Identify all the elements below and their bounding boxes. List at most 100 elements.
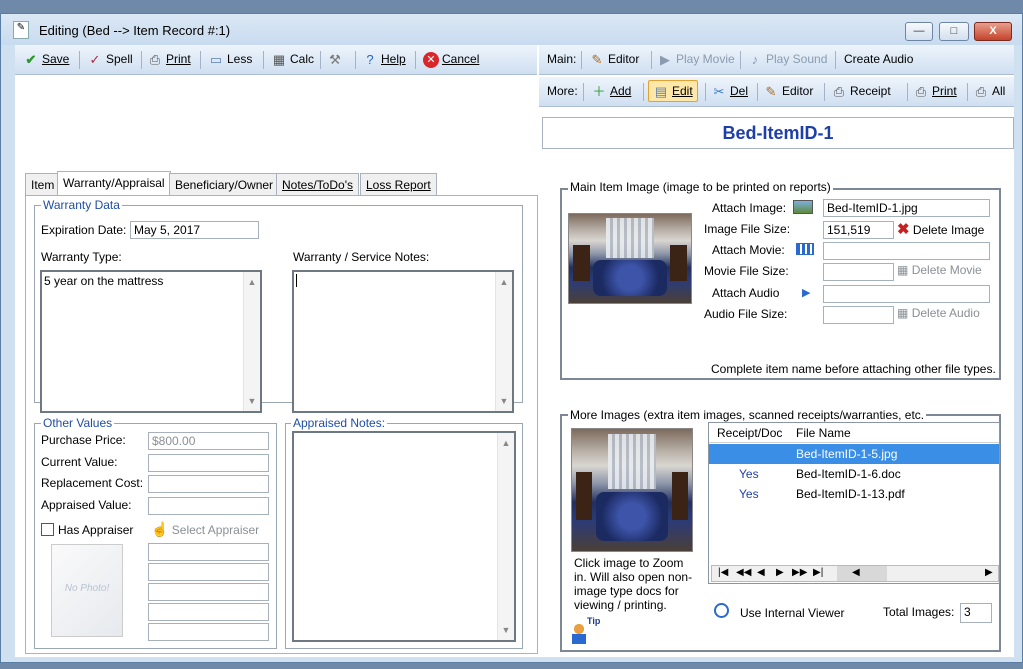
item-id-box: Bed-ItemID-1 [542,117,1014,149]
has-appraiser-checkbox[interactable] [41,523,54,536]
table-row[interactable]: Yes Bed-ItemID-1-6.doc [709,464,999,484]
del-button[interactable]: ✂ Del [711,77,748,105]
nav-next-icon[interactable]: ▶ [776,567,784,578]
nav-prev-icon[interactable]: ◀ [757,567,765,578]
scroll-down-arrow-icon[interactable]: ▼ [496,393,512,409]
main-item-image[interactable] [568,213,692,304]
current-value-field[interactable] [148,454,269,472]
attach-image-label: Attach Image: [712,201,787,215]
table-row[interactable]: Bed-ItemID-1-5.jpg [709,444,999,464]
save-button[interactable]: ✔ Save [23,45,70,73]
toolbar-separator [757,83,758,101]
tools-button[interactable]: ⚒ [327,45,346,73]
delete-movie-button[interactable]: ▦ Delete Movie [897,263,982,277]
scroll-up-arrow-icon[interactable]: ▲ [498,435,514,451]
appraiser-line-2[interactable] [148,563,269,581]
attach-audio-field[interactable] [823,285,990,303]
tab-beneficiary-owner[interactable]: Beneficiary/Owner [169,173,280,196]
play-sound-button[interactable]: ♪ Play Sound [747,45,828,73]
film-icon[interactable] [796,243,814,255]
tab-loss-report[interactable]: Loss Report [360,173,437,196]
tip-icon[interactable]: Tip [572,616,600,646]
main-editor-button[interactable]: ✎ Editor [589,45,640,73]
tab-warranty-appraisal[interactable]: Warranty/Appraisal [57,171,171,195]
cancel-icon: ✕ [423,51,439,68]
person-icon [572,624,586,644]
purchase-price-field[interactable]: $800.00 [148,432,269,450]
appraiser-line-5[interactable] [148,623,269,641]
appraised-notes-scrollbar[interactable]: ▲ ▼ [497,433,514,640]
close-button[interactable]: X [974,22,1012,41]
minimize-button[interactable]: — [905,22,933,41]
delete-icon: ✂ [713,83,725,99]
item-id-title: Bed-ItemID-1 [722,123,834,143]
appraised-value-field[interactable] [148,497,269,515]
select-appraiser-button[interactable]: ☝ Select Appraiser [151,521,259,538]
col-receipt-doc[interactable]: Receipt/Doc [717,426,782,440]
edit-button[interactable]: ▤ Edit [648,80,698,102]
warranty-notes-textarea[interactable]: ▲ ▼ [292,270,514,413]
add-button[interactable]: ＋ Add [591,77,631,105]
hscroll-track[interactable] [837,566,887,581]
spell-button[interactable]: ✓ Spell [87,45,133,73]
toolbar-separator [835,51,836,69]
nav-next-page-icon[interactable]: ▶▶ [792,567,807,578]
sound-icon: ♪ [751,51,759,67]
print-button[interactable]: ⎙ Print [147,45,191,73]
hand-pointer-icon: ☝ [151,521,169,537]
help-button[interactable]: ? Help [362,45,405,73]
calculator-icon: ▦ [272,51,286,67]
warranty-notes-scrollbar[interactable]: ▲ ▼ [495,272,512,411]
scroll-down-arrow-icon[interactable]: ▼ [244,393,260,409]
file-name-cell: Bed-ItemID-1-13.pdf [796,487,905,501]
total-images-label: Total Images: [883,605,955,619]
delete-image-button[interactable]: ✖ Delete Image [897,220,984,238]
hscroll-right-icon[interactable]: ▶ [985,567,993,578]
cancel-button[interactable]: ✕ Cancel [423,45,479,73]
more-editor-button[interactable]: ✎ Editor [763,77,814,105]
magnifier-icon[interactable] [714,603,729,618]
replacement-cost-field[interactable] [148,475,269,493]
scroll-up-arrow-icon[interactable]: ▲ [244,274,260,290]
tab-item[interactable]: Item [25,173,61,196]
file-grid[interactable]: Receipt/Doc File Name Bed-ItemID-1-5.jpg… [708,422,1000,584]
more-images-preview[interactable] [571,428,693,552]
attach-image-icon[interactable] [793,200,813,214]
appraiser-line-3[interactable] [148,583,269,601]
appraiser-line-1[interactable] [148,543,269,561]
hscroll-left-icon[interactable]: ◀ [852,567,860,578]
more-print-button[interactable]: ⎙ Print [913,77,957,105]
movie-file-size-label: Movie File Size: [704,264,789,278]
scroll-up-arrow-icon[interactable]: ▲ [496,274,512,290]
warranty-type-scrollbar[interactable]: ▲ ▼ [243,272,260,411]
purchase-price-label: Purchase Price: [41,433,126,447]
all-button[interactable]: ⎙ All [973,77,1006,105]
editor-icon: ✎ [765,83,777,99]
table-row[interactable]: Yes Bed-ItemID-1-13.pdf [709,484,999,504]
audio-arrow-icon[interactable]: ▶ [802,286,810,299]
nav-last-icon[interactable]: ▶| [813,567,823,578]
less-button[interactable]: ▭ Less [208,45,253,73]
nav-first-icon[interactable]: |◀ [718,567,728,578]
maximize-button[interactable]: □ [939,22,969,41]
col-file-name[interactable]: File Name [796,426,851,440]
receipt-button[interactable]: ⎙ Receipt [831,77,891,105]
toolbar-separator [705,83,706,101]
other-values-label: Other Values [41,416,115,430]
main-toolbar-label: Main: [547,52,577,66]
tab-notes-todos[interactable]: Notes/ToDo's [276,173,359,196]
expiration-date-field[interactable]: May 5, 2017 [130,221,259,239]
delete-audio-button[interactable]: ▦ Delete Audio [897,306,980,320]
calc-button[interactable]: ▦ Calc [271,45,314,73]
create-audio-button[interactable]: Create Audio [844,45,913,73]
warranty-type-textarea[interactable]: 5 year on the mattress ▲ ▼ [40,270,262,413]
play-movie-button[interactable]: ▶ Play Movie [657,45,735,73]
appraised-notes-textarea[interactable]: ▲ ▼ [292,431,516,642]
nav-prev-page-icon[interactable]: ◀◀ [736,567,751,578]
appraiser-line-4[interactable] [148,603,269,621]
toolbar-separator [581,51,582,69]
attach-image-field[interactable]: Bed-ItemID-1.jpg [823,199,990,217]
scroll-down-arrow-icon[interactable]: ▼ [498,622,514,638]
grid-navigator[interactable]: |◀ ◀◀ ◀ ▶ ▶▶ ▶| ◀ ▶ [711,565,999,582]
attach-movie-field[interactable] [823,242,990,260]
